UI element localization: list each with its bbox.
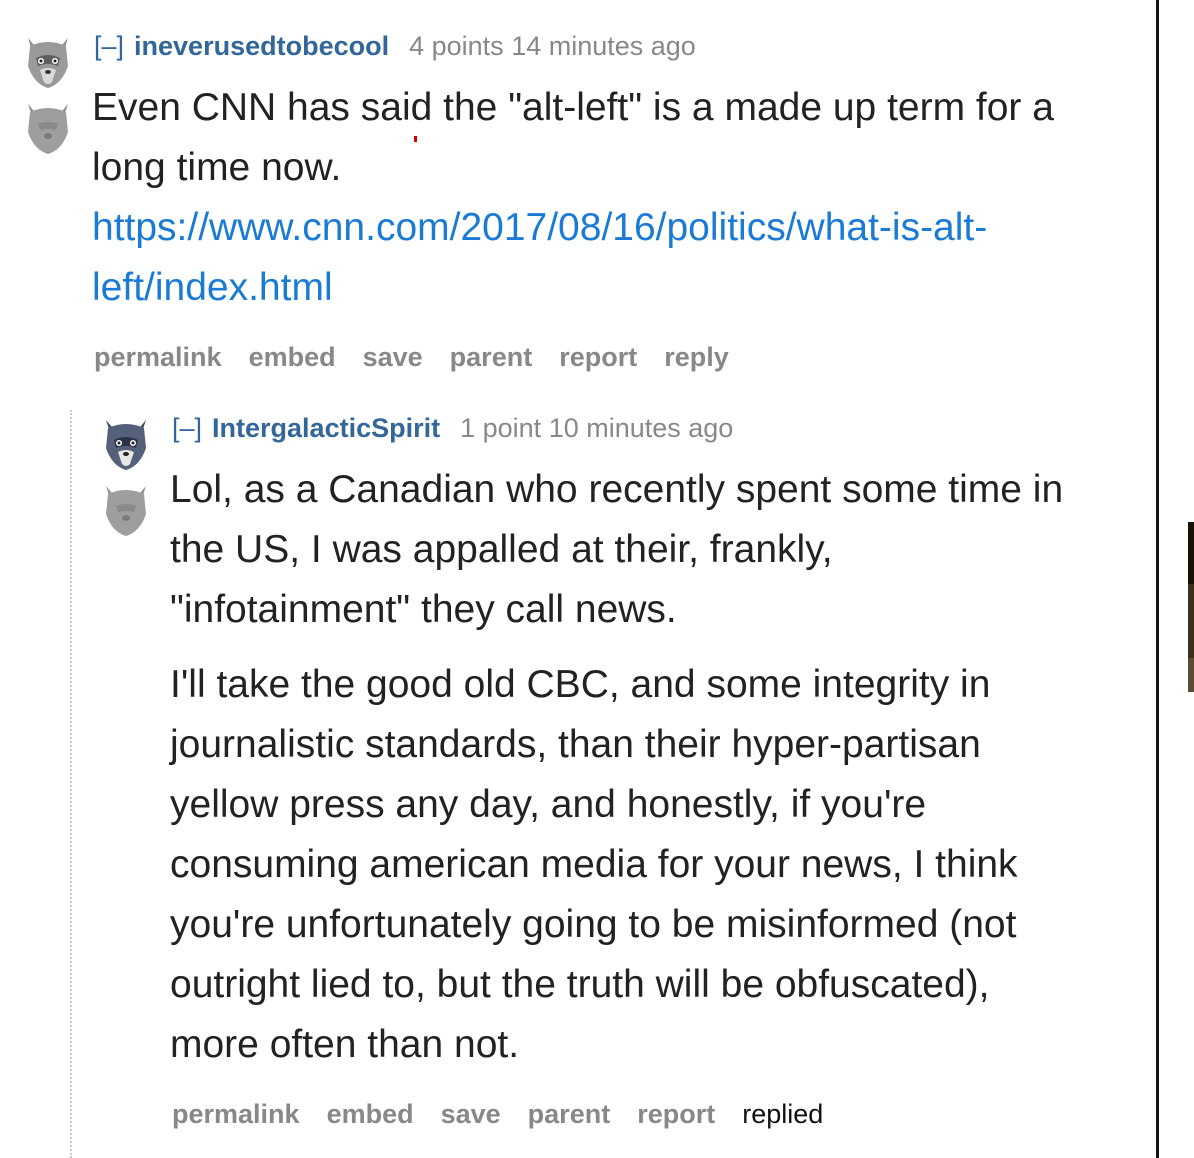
comment-text-line: Lol, as a Canadian who recently spent so…: [170, 468, 1064, 511]
replied-status: replied: [742, 1099, 824, 1129]
window-edge: [1156, 0, 1194, 1158]
comment-text-line: you're unfortunately going to be misinfo…: [170, 903, 1017, 946]
comment-text-line: consuming american media for your news, …: [170, 843, 1018, 886]
comment-paragraph: I'll take the good old CBC, and some int…: [170, 655, 1150, 1075]
embed-button[interactable]: embed: [327, 1099, 414, 1129]
collapse-toggle[interactable]: [–]: [94, 31, 124, 61]
comment-text-line: "infotainment" they call news.: [170, 588, 677, 631]
comment-tagline: [–] ineverusedtobecool 4 points 14 minutes…: [94, 30, 696, 62]
report-button[interactable]: report: [637, 1099, 715, 1129]
comment-text-line: journalistic standards, than their hyper…: [170, 723, 981, 766]
comment-thread: [–] ineverusedtobecool 4 points 14 minutes…: [0, 0, 1156, 1158]
external-link[interactable]: https://www.cnn.com/2017/08/16/politics/…: [92, 198, 1152, 258]
comment-text-line: outright lied to, but the truth will be …: [170, 963, 990, 1006]
timestamp[interactable]: 14 minutes ago: [511, 31, 696, 61]
comment-text-line: more often than not.: [170, 1023, 520, 1066]
comment-text-line: yellow press any day, and honestly, if y…: [170, 783, 927, 826]
embed-button[interactable]: embed: [249, 342, 336, 372]
wolf-downvote-icon[interactable]: [102, 484, 150, 538]
comment-text-line: long time now.: [92, 146, 342, 189]
save-button[interactable]: save: [441, 1099, 501, 1129]
reply-button[interactable]: reply: [664, 342, 729, 372]
comment-body: Even CNN has said the "alt-left" is a ma…: [92, 78, 1152, 318]
background-window-sliver: [1188, 522, 1194, 584]
save-button[interactable]: save: [363, 342, 423, 372]
score-label: 1 point: [460, 413, 542, 443]
comment-actions: permalink embed save parent report reply: [94, 341, 756, 373]
timestamp[interactable]: 10 minutes ago: [549, 413, 734, 443]
score-label: 4 points: [409, 31, 504, 61]
collapse-toggle[interactable]: [–]: [172, 413, 202, 443]
comment-paragraph: Lol, as a Canadian who recently spent so…: [170, 460, 1150, 640]
comment-body: Lol, as a Canadian who recently spent so…: [170, 460, 1150, 1075]
comment-text-line: Even CNN has said the "alt-left" is a ma…: [92, 86, 1054, 129]
permalink-button[interactable]: permalink: [172, 1099, 300, 1129]
external-link[interactable]: left/index.html: [92, 258, 1152, 318]
wolf-upvote-icon[interactable]: [24, 36, 72, 90]
parent-button[interactable]: parent: [450, 342, 533, 372]
thread-guide-line[interactable]: [70, 410, 72, 1158]
comment-actions: permalink embed save parent report replied: [172, 1098, 823, 1130]
author-link[interactable]: IntergalacticSpirit: [212, 413, 440, 443]
comment-tagline: [–] IntergalacticSpirit 1 point 10 minutes…: [172, 412, 733, 444]
window-border: [1156, 0, 1159, 1158]
comment-text-line: I'll take the good old CBC, and some int…: [170, 663, 991, 706]
comment-text-line: the US, I was appalled at their, frankly…: [170, 528, 833, 571]
wolf-upvote-icon[interactable]: [102, 418, 150, 472]
report-button[interactable]: report: [559, 342, 637, 372]
permalink-button[interactable]: permalink: [94, 342, 222, 372]
background-window-sliver: [1188, 658, 1194, 692]
wolf-downvote-icon[interactable]: [24, 102, 72, 156]
background-window-sliver: [1188, 584, 1194, 658]
author-link[interactable]: ineverusedtobecool: [134, 31, 389, 61]
parent-button[interactable]: parent: [528, 1099, 611, 1129]
cursor-mark: [414, 136, 417, 142]
